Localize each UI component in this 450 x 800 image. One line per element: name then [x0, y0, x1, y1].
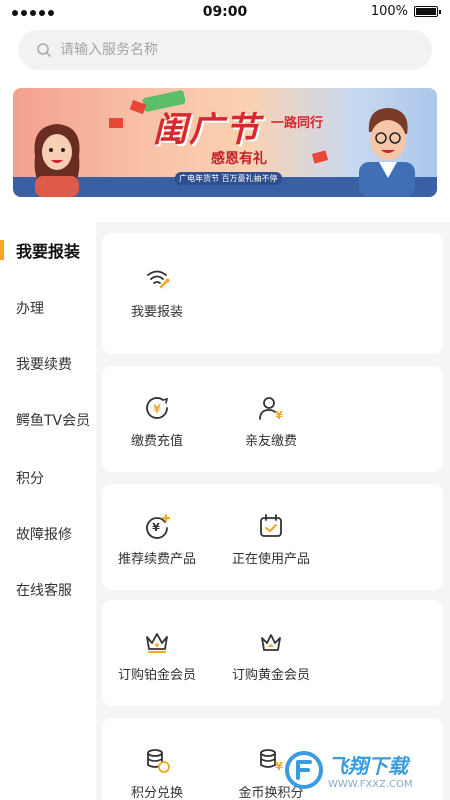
service-platinum[interactable]: 订购铂金会员: [102, 628, 212, 683]
service-label: 亲友缴费: [244, 434, 297, 449]
menu-item-install[interactable]: 我要报装: [0, 236, 96, 264]
service-label: 正在使用产品: [231, 552, 310, 567]
svg-text:¥: ¥: [275, 760, 283, 773]
banner-subtitle: 感恩有礼: [211, 151, 267, 167]
service-points-exchange[interactable]: 积分兑换: [102, 746, 212, 800]
service-family-pay[interactable]: ¥ 亲友缴费: [216, 394, 326, 449]
service-gold[interactable]: 订购黄金会员: [216, 628, 326, 683]
svg-text:¥: ¥: [275, 409, 283, 422]
service-panel: 我要报装 ¥ 缴费充值 ¥ 亲友缴费 ¥ 推荐续费产品 正在使用产品 订购铂金会…: [96, 222, 450, 800]
status-bar: 09:00 100%: [0, 0, 450, 26]
red-envelope-icon: [109, 118, 123, 128]
coins-exchange-icon: [147, 749, 170, 773]
battery-icon: [414, 6, 441, 17]
user-yuan-icon: ¥: [259, 397, 283, 422]
menu-item-support[interactable]: 在线客服: [0, 576, 96, 604]
menu-item-label: 故障报修: [16, 527, 72, 543]
platinum-crown-icon: [146, 633, 168, 653]
service-label: 缴费充值: [130, 434, 183, 449]
yuan-plus-icon: ¥: [146, 514, 170, 539]
battery-status: 100%: [370, 4, 441, 19]
svg-text:¥: ¥: [153, 403, 161, 416]
cartoon-man-illustration: [359, 108, 415, 197]
service-label: 推荐续费产品: [117, 552, 196, 567]
cartoon-woman-illustration: [34, 124, 80, 197]
watermark-name: 飞翔下载: [328, 754, 408, 778]
service-card: ¥ 缴费充值 ¥ 亲友缴费: [102, 366, 443, 472]
menu-item-handle[interactable]: 办理: [0, 294, 96, 322]
service-in-use[interactable]: 正在使用产品: [216, 512, 326, 567]
menu-item-label: 在线客服: [16, 583, 72, 599]
red-envelope-icon: [311, 150, 329, 164]
svg-text:¥: ¥: [152, 521, 160, 534]
service-install[interactable]: 我要报装: [102, 265, 212, 320]
menu-item-repair[interactable]: 故障报修: [0, 520, 96, 548]
yuan-recharge-icon: ¥: [146, 397, 169, 419]
promo-banner[interactable]: 闺广节 一路同行 感恩有礼 广电年货节 百万豪礼抽不停: [13, 88, 437, 197]
menu-item-label: 鳄鱼TV会员: [16, 413, 91, 429]
wifi-install-icon: [147, 270, 170, 289]
active-indicator: [0, 240, 4, 260]
service-card: ¥ 推荐续费产品 正在使用产品: [102, 484, 443, 590]
category-menu: 我要报装 办理 我要续费 鳄鱼TV会员 积分 故障报修 在线客服: [0, 222, 96, 800]
service-card: 订购铂金会员 订购黄金会员: [102, 600, 443, 706]
search-bar[interactable]: [18, 30, 432, 70]
battery-percent: 100%: [370, 4, 408, 19]
service-label: 订购黄金会员: [231, 668, 310, 683]
service-recharge[interactable]: ¥ 缴费充值: [102, 394, 212, 449]
service-card: 我要报装: [102, 233, 443, 354]
watermark-url: WWW.FXXZ.COM: [328, 779, 413, 790]
service-label: 我要报装: [130, 305, 183, 320]
watermark-logo-icon: [285, 751, 323, 789]
menu-item-points[interactable]: 积分: [0, 464, 96, 492]
menu-item-label: 我要报装: [16, 242, 81, 261]
menu-item-renew[interactable]: 我要续费: [0, 350, 96, 378]
service-label: 订购铂金会员: [117, 668, 196, 683]
banner-slogan: 一路同行: [271, 116, 324, 131]
calendar-check-icon: [260, 514, 282, 537]
menu-item-label: 我要续费: [16, 357, 72, 373]
search-input[interactable]: [58, 41, 402, 59]
coins-yuan-icon: ¥: [260, 749, 283, 773]
search-icon: [37, 43, 51, 57]
gold-crown-icon: [261, 634, 281, 651]
service-recommended[interactable]: ¥ 推荐续费产品: [102, 512, 212, 567]
banner-title: 闺广节: [153, 110, 261, 150]
banner-caption: 广电年货节 百万豪礼抽不停: [175, 172, 282, 185]
menu-item-label: 办理: [16, 301, 44, 317]
menu-item-tv-member[interactable]: 鳄鱼TV会员: [0, 406, 96, 434]
service-label: 积分兑换: [130, 786, 183, 800]
menu-item-label: 积分: [16, 471, 44, 487]
watermark: 飞翔下载 WWW.FXXZ.COM: [284, 744, 444, 796]
